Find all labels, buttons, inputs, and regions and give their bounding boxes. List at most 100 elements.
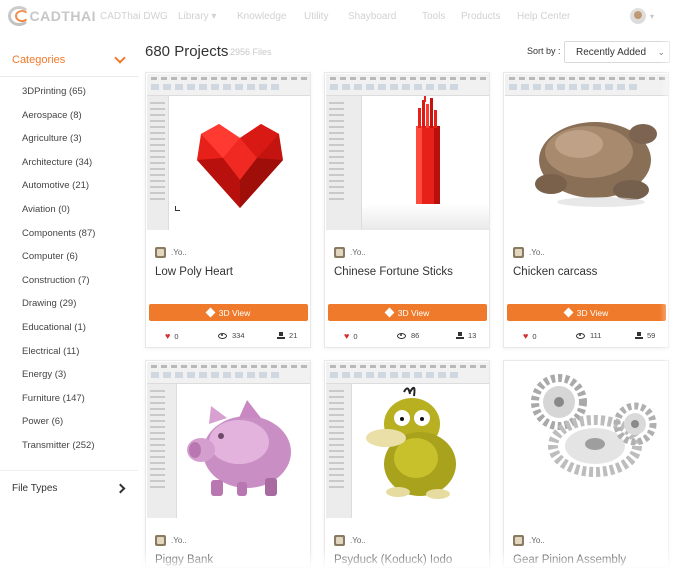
download-icon — [277, 331, 285, 340]
author-avatar — [334, 535, 345, 546]
site-logo[interactable]: CADTHAI — [8, 4, 96, 28]
sort-value: Recently Added — [576, 46, 647, 58]
downloads-stat[interactable]: 21 — [277, 331, 297, 340]
card-author[interactable]: .Yo.. — [513, 247, 545, 258]
eye-icon — [218, 332, 227, 339]
category-item[interactable]: 3DPrinting (65) — [22, 85, 95, 109]
project-thumbnail[interactable] — [326, 74, 489, 230]
project-thumbnail[interactable] — [326, 362, 489, 518]
categories-panel: Categories 3DPrinting (65) Aerospace (8)… — [0, 40, 138, 464]
project-title[interactable]: Piggy Bank — [155, 554, 213, 566]
project-card[interactable]: .Yo.. Psyduck (Koduck) Iodo — [324, 360, 490, 568]
fortune-sticks-model-image — [416, 96, 440, 216]
author-avatar — [513, 247, 524, 258]
author-avatar — [155, 247, 166, 258]
project-card[interactable]: .Yo.. Gear Pinion Assembly — [503, 360, 669, 568]
cube-icon — [563, 307, 574, 318]
3d-view-label: 3D View — [397, 307, 430, 318]
card-author[interactable]: .Yo.. — [334, 247, 366, 258]
project-title[interactable]: Gear Pinion Assembly — [513, 554, 626, 566]
project-title[interactable]: Chinese Fortune Sticks — [334, 266, 453, 278]
category-item[interactable]: Drawing (29) — [22, 297, 95, 321]
category-item[interactable]: Aerospace (8) — [22, 109, 95, 133]
downloads-stat[interactable]: 59 — [635, 331, 655, 340]
nav-item-cadthai-dwg[interactable]: CADThai DWG — [100, 11, 178, 22]
card-author[interactable]: .Yo.. — [513, 535, 545, 546]
nav-item-utility[interactable]: Utility — [304, 11, 348, 22]
card-author[interactable]: .Yo.. — [334, 535, 366, 546]
author-avatar — [334, 247, 345, 258]
downloads-stat[interactable]: 13 — [456, 331, 476, 340]
project-card[interactable]: .Yo.. Chinese Fortune Sticks 3D View ♥ 0 … — [324, 72, 490, 348]
eye-icon — [576, 332, 585, 339]
sort-select[interactable]: Recently Added ⌄ — [564, 41, 670, 63]
project-title[interactable]: Chicken carcass — [513, 266, 597, 278]
nav-menu: CADThai DWG Library ▾ Knowledge Utility … — [100, 0, 587, 32]
file-types-panel[interactable]: File Types — [0, 470, 138, 506]
likes-stat[interactable]: ♥ 0 — [344, 331, 358, 341]
category-item[interactable]: Furniture (147) — [22, 392, 95, 416]
cad-feature-tree-image — [147, 96, 169, 230]
chevron-down-icon[interactable]: ▾ — [650, 12, 654, 21]
chevron-down-icon — [114, 52, 126, 64]
nav-item-shayboard[interactable]: Shayboard — [348, 11, 422, 22]
axis-icon — [175, 206, 180, 211]
project-thumbnail[interactable] — [147, 74, 310, 230]
top-navbar: CADTHAI CADThai DWG Library ▾ Knowledge … — [0, 0, 678, 32]
cad-feature-tree-image — [326, 96, 362, 230]
cad-toolbar-image — [147, 362, 310, 384]
nav-item-library[interactable]: Library ▾ — [178, 11, 237, 22]
project-card[interactable]: .Yo.. Chicken carcass 3D View ♥ 0 111 59 — [503, 72, 669, 348]
category-item[interactable]: Automotive (21) — [22, 179, 95, 203]
categories-header[interactable]: Categories — [12, 50, 128, 70]
cad-toolbar-image — [505, 74, 668, 96]
likes-stat[interactable]: ♥ 0 — [165, 331, 179, 341]
card-author[interactable]: .Yo.. — [155, 535, 187, 546]
3d-view-button[interactable]: 3D View — [328, 304, 487, 321]
3d-view-button[interactable]: 3D View — [507, 304, 666, 321]
author-name: .Yo.. — [350, 248, 366, 257]
project-thumbnail[interactable] — [505, 74, 668, 230]
likes-stat[interactable]: ♥ 0 — [523, 331, 537, 341]
cad-viewport — [177, 384, 310, 518]
3d-view-label: 3D View — [576, 307, 609, 318]
categories-title: Categories — [12, 54, 66, 66]
author-avatar — [513, 535, 524, 546]
eye-icon — [397, 332, 406, 339]
category-item[interactable]: Components (87) — [22, 227, 95, 251]
nav-item-knowledge[interactable]: Knowledge — [237, 11, 304, 22]
project-thumbnail[interactable] — [147, 362, 310, 518]
category-list: 3DPrinting (65) Aerospace (8) Agricultur… — [22, 85, 95, 463]
project-card[interactable]: .Yo.. Low Poly Heart 3D View ♥ 0 334 21 — [145, 72, 311, 348]
logo-text: CADTHAI — [29, 8, 96, 24]
category-item[interactable]: Computer (6) — [22, 250, 95, 274]
nav-item-products[interactable]: Products — [461, 11, 517, 22]
project-card[interactable]: .Yo.. Piggy Bank — [145, 360, 311, 568]
card-author[interactable]: .Yo.. — [155, 247, 187, 258]
project-title[interactable]: Low Poly Heart — [155, 266, 233, 278]
3d-view-button[interactable]: 3D View — [149, 304, 308, 321]
user-avatar-icon[interactable] — [630, 8, 646, 24]
category-item[interactable]: Architecture (34) — [22, 156, 95, 180]
likes-count: 0 — [353, 331, 358, 341]
cad-viewport — [505, 96, 668, 230]
nav-item-tools[interactable]: Tools — [422, 11, 461, 22]
cad-viewport — [169, 96, 310, 230]
category-item[interactable]: Energy (3) — [22, 368, 95, 392]
gear-assembly-model-image — [531, 374, 657, 477]
sort-label: Sort by : — [527, 46, 561, 56]
category-item[interactable]: Aviation (0) — [22, 203, 95, 227]
nav-item-help-center[interactable]: Help Center — [517, 11, 587, 22]
card-stats: ♥ 0 111 59 — [504, 331, 668, 347]
cube-icon — [384, 307, 395, 318]
cad-toolbar-image — [326, 362, 489, 384]
category-item[interactable]: Power (6) — [22, 415, 95, 439]
project-title[interactable]: Psyduck (Koduck) Iodo — [334, 554, 452, 566]
project-thumbnail[interactable] — [505, 362, 668, 518]
author-name: .Yo.. — [171, 536, 187, 545]
category-item[interactable]: Transmitter (252) — [22, 439, 95, 463]
category-item[interactable]: Agriculture (3) — [22, 132, 95, 156]
category-item[interactable]: Construction (7) — [22, 274, 95, 298]
category-item[interactable]: Educational (1) — [22, 321, 95, 345]
category-item[interactable]: Electrical (11) — [22, 345, 95, 369]
